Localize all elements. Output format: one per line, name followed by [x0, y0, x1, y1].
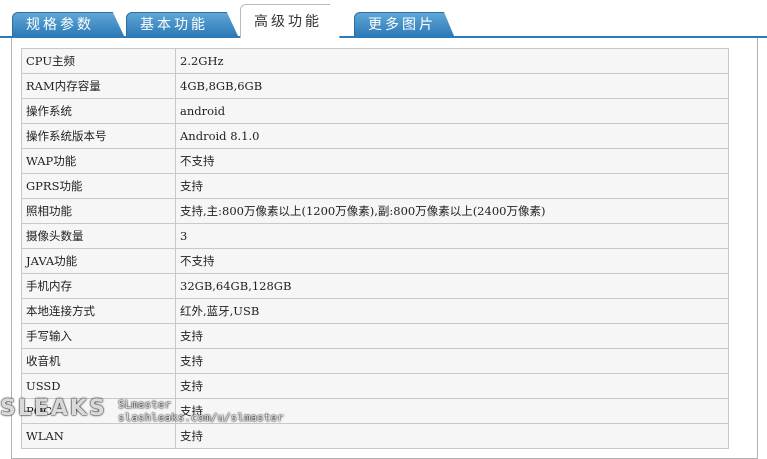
table-row: 收音机 支持: [21, 348, 729, 374]
spec-value: 支持: [175, 323, 729, 349]
spec-table: CPU主频 2.2GHz RAM内存容量 4GB,8GB,6GB 操作系统 android…: [21, 48, 729, 449]
table-row: 手机内存 32GB,64GB,128GB: [21, 273, 729, 299]
spec-value: 2.2GHz: [175, 48, 729, 74]
table-row: 手写输入 支持: [21, 323, 729, 349]
table-row: WAP功能 不支持: [21, 148, 729, 174]
spec-key: 操作系统版本号: [21, 123, 176, 149]
table-row: RAM内存容量 4GB,8GB,6GB: [21, 73, 729, 99]
table-row: JAVA功能 不支持: [21, 248, 729, 274]
spec-value: 支持,主:800万像素以上(1200万像素),副:800万像素以上(2400万像…: [175, 198, 729, 224]
spec-value: 红外,蓝牙,USB: [175, 298, 729, 324]
spec-value: 4GB,8GB,6GB: [175, 73, 729, 99]
spec-key: 本地连接方式: [21, 298, 176, 324]
tab-bar: 规格参数 基本功能 高级功能 更多图片: [0, 0, 767, 38]
watermark-logo: SLEAKS: [0, 396, 107, 421]
spec-value: android: [175, 98, 729, 124]
spec-key: USSD: [21, 373, 176, 399]
watermark-url: slashleaks.com/u/slmaster: [118, 411, 284, 424]
spec-value: 支持: [175, 173, 729, 199]
table-row: 操作系统版本号 Android 8.1.0: [21, 123, 729, 149]
table-row: 本地连接方式 红外,蓝牙,USB: [21, 298, 729, 324]
table-row: USSD 支持: [21, 373, 729, 399]
spec-value: 支持: [175, 348, 729, 374]
watermark-user: SLmaster: [118, 398, 171, 411]
spec-key: 摄像头数量: [21, 223, 176, 249]
spec-key: WAP功能: [21, 148, 176, 174]
spec-value: 不支持: [175, 148, 729, 174]
table-row: 摄像头数量 3: [21, 223, 729, 249]
table-row: 操作系统 android: [21, 98, 729, 124]
spec-key: CPU主频: [21, 48, 176, 74]
spec-value: 3: [175, 223, 729, 249]
spec-key: WLAN: [21, 423, 176, 449]
table-row: GPRS功能 支持: [21, 173, 729, 199]
tab-basic-functions[interactable]: 基本功能: [126, 12, 238, 36]
tab-more-images[interactable]: 更多图片: [354, 12, 454, 36]
spec-key: 照相功能: [21, 198, 176, 224]
spec-value: Android 8.1.0: [175, 123, 729, 149]
tab-advanced-functions[interactable]: 高级功能: [240, 4, 340, 38]
spec-value: 支持: [175, 423, 729, 449]
table-row: 照相功能 支持,主:800万像素以上(1200万像素),副:800万像素以上(24…: [21, 198, 729, 224]
table-row: CPU主频 2.2GHz: [21, 48, 729, 74]
spec-value: 32GB,64GB,128GB: [175, 273, 729, 299]
tab-specs[interactable]: 规格参数: [12, 12, 124, 36]
spec-key: GPRS功能: [21, 173, 176, 199]
spec-value: 支持: [175, 373, 729, 399]
spec-value: 不支持: [175, 248, 729, 274]
spec-key: 操作系统: [21, 98, 176, 124]
spec-key: JAVA功能: [21, 248, 176, 274]
table-row: WLAN 支持: [21, 423, 729, 449]
spec-key: 收音机: [21, 348, 176, 374]
spec-key: RAM内存容量: [21, 73, 176, 99]
spec-key: 手写输入: [21, 323, 176, 349]
spec-key: 手机内存: [21, 273, 176, 299]
